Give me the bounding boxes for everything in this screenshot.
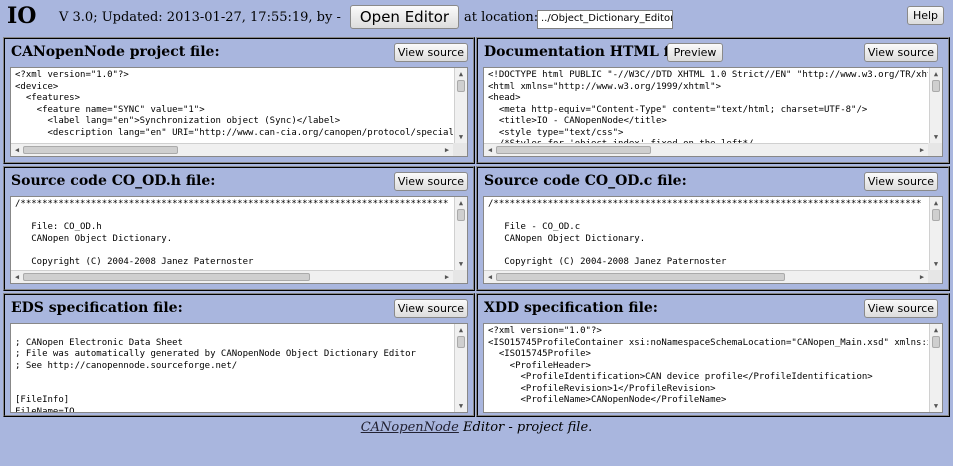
footer: CANopenNode Editor - project file. [0,420,953,435]
location-label: at location: [464,10,539,25]
vertical-scrollbar[interactable]: ▲ ▼ [929,197,942,270]
preview-button[interactable]: Preview [667,43,723,62]
scroll-down-icon[interactable]: ▼ [455,132,467,142]
scroll-up-icon[interactable]: ▲ [455,69,467,79]
project-file-panel: CANopenNode project file: View source <?… [3,37,475,164]
scroll-right-icon[interactable]: ▶ [917,271,927,283]
help-button[interactable]: Help [907,6,944,25]
horizontal-scrollbar[interactable]: ◀ ▶ [484,143,928,156]
panel-title: Source code CO_OD.c file: [484,173,687,189]
scroll-up-icon[interactable]: ▲ [455,325,467,335]
scroll-corner [453,270,467,283]
scroll-up-icon[interactable]: ▲ [930,198,942,208]
vertical-scrollbar[interactable]: ▲ ▼ [454,324,467,412]
scroll-thumb[interactable] [23,273,311,281]
scroll-thumb[interactable] [457,80,465,92]
horizontal-scrollbar[interactable]: ◀ ▶ [484,270,928,283]
scroll-corner [928,270,942,283]
vertical-scrollbar[interactable]: ▲ ▼ [929,68,942,143]
scroll-down-icon[interactable]: ▼ [930,401,942,411]
scroll-corner [453,143,467,156]
page-title: IO [7,3,37,29]
horizontal-scrollbar[interactable]: ◀ ▶ [11,143,453,156]
code-text: /***************************************… [488,199,922,267]
panel-title: Source code CO_OD.h file: [11,173,216,189]
scroll-left-icon[interactable]: ◀ [12,271,22,283]
scroll-left-icon[interactable]: ◀ [485,271,495,283]
code-textarea[interactable]: ; CANopen Electronic Data Sheet ; File w… [10,323,468,413]
co-od-c-panel: Source code CO_OD.c file: View source /*… [476,166,950,291]
scroll-down-icon[interactable]: ▼ [930,259,942,269]
code-text: <?xml version="1.0"?> <ISO15745ProfileCo… [488,326,928,405]
horizontal-scrollbar[interactable]: ◀ ▶ [11,270,453,283]
vertical-scrollbar[interactable]: ▲ ▼ [454,197,467,270]
scroll-thumb[interactable] [932,80,940,92]
view-source-button[interactable]: View source [864,43,938,62]
scroll-right-icon[interactable]: ▶ [442,271,452,283]
scroll-corner [928,143,942,156]
footer-text: Editor - project file. [458,420,593,435]
vertical-scrollbar[interactable]: ▲ ▼ [929,324,942,412]
panel-title: Documentation HTML file: [484,44,694,60]
vertical-scrollbar[interactable]: ▲ ▼ [454,68,467,143]
scroll-up-icon[interactable]: ▲ [930,69,942,79]
view-source-button[interactable]: View source [394,172,468,191]
scroll-down-icon[interactable]: ▼ [455,401,467,411]
version-info: V 3.0; Updated: 2013-01-27, 17:55:19, by… [59,10,341,25]
eds-file-panel: EDS specification file: View source ; CA… [3,293,475,417]
scroll-thumb[interactable] [457,336,465,348]
code-textarea[interactable]: <!DOCTYPE html PUBLIC "-//W3C//DTD XHTML… [483,67,943,157]
code-textarea[interactable]: /***************************************… [483,196,943,284]
code-textarea[interactable]: <?xml version="1.0"?> <device> <features… [10,67,468,157]
scroll-down-icon[interactable]: ▼ [930,132,942,142]
view-source-button[interactable]: View source [864,172,938,191]
scroll-up-icon[interactable]: ▲ [455,198,467,208]
panel-title: CANopenNode project file: [11,44,220,60]
view-source-button[interactable]: View source [394,299,468,318]
code-text: <!DOCTYPE html PUBLIC "-//W3C//DTD XHTML… [488,70,928,143]
scroll-left-icon[interactable]: ◀ [12,144,22,156]
scroll-thumb[interactable] [23,146,178,154]
scroll-thumb[interactable] [496,146,652,154]
top-bar: IO V 3.0; Updated: 2013-01-27, 17:55:19,… [0,0,953,34]
scroll-thumb[interactable] [932,336,940,348]
scroll-thumb[interactable] [932,209,940,221]
footer-link[interactable]: CANopenNode [361,420,459,435]
scroll-left-icon[interactable]: ◀ [485,144,495,156]
view-source-button[interactable]: View source [394,43,468,62]
scroll-up-icon[interactable]: ▲ [930,325,942,335]
co-od-h-panel: Source code CO_OD.h file: View source /*… [3,166,475,291]
code-text: <?xml version="1.0"?> <device> <features… [15,70,453,138]
scroll-right-icon[interactable]: ▶ [442,144,452,156]
view-source-button[interactable]: View source [864,299,938,318]
documentation-file-panel: Documentation HTML file: Preview View so… [476,37,950,164]
panel-title: XDD specification file: [484,300,658,316]
scroll-thumb[interactable] [496,273,785,281]
panel-title: EDS specification file: [11,300,183,316]
code-text: ; CANopen Electronic Data Sheet ; File w… [15,337,416,413]
code-text: /***************************************… [15,199,449,267]
code-textarea[interactable]: <?xml version="1.0"?> <ISO15745ProfileCo… [483,323,943,413]
code-textarea[interactable]: /***************************************… [10,196,468,284]
scroll-right-icon[interactable]: ▶ [917,144,927,156]
xdd-file-panel: XDD specification file: View source <?xm… [476,293,950,417]
scroll-down-icon[interactable]: ▼ [455,259,467,269]
location-input[interactable]: ../Object_Dictionary_Editor [537,10,673,29]
open-editor-button[interactable]: Open Editor [350,5,459,29]
scroll-thumb[interactable] [457,209,465,221]
